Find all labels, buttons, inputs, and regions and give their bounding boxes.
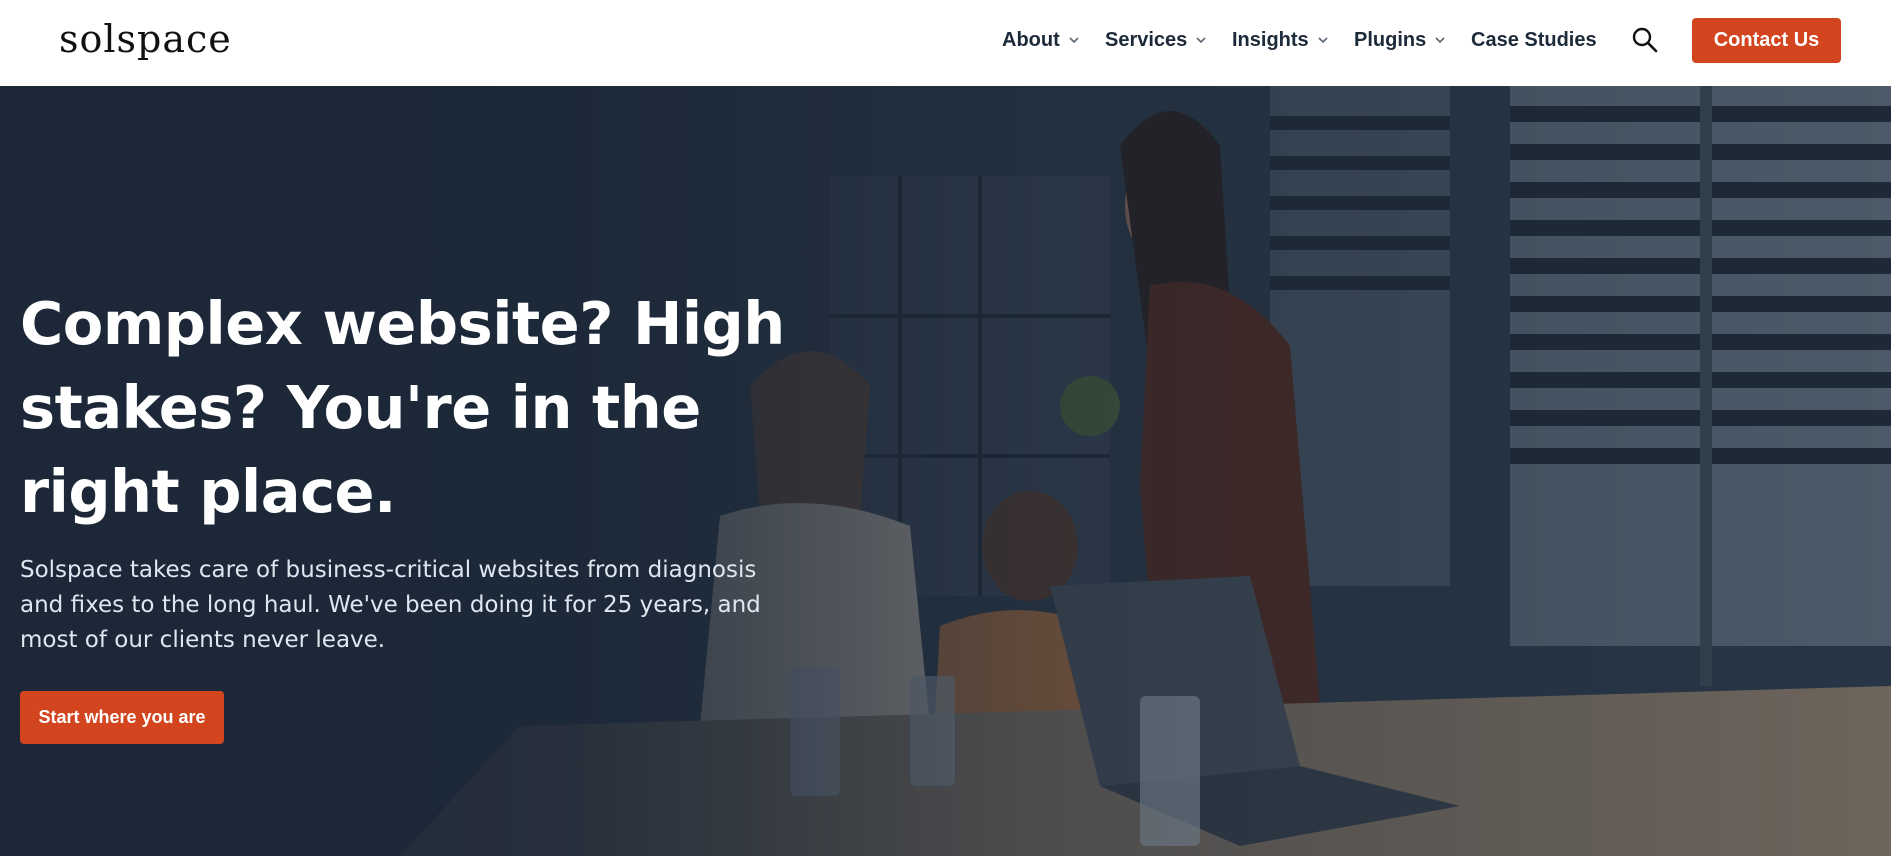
nav-item-plugins[interactable]: Plugins: [1354, 27, 1446, 53]
nav-item-services[interactable]: Services: [1105, 27, 1207, 53]
contact-us-button[interactable]: Contact Us: [1692, 18, 1841, 63]
nav-item-label: Services: [1105, 28, 1188, 51]
hero-description: Solspace takes care of business-critical…: [20, 557, 761, 653]
nav-item-label: About: [1002, 28, 1060, 51]
nav-item-label: Case Studies: [1471, 28, 1597, 51]
search-button[interactable]: [1630, 25, 1660, 55]
nav-item-case-studies[interactable]: Case Studies: [1471, 27, 1597, 53]
search-icon: [1632, 27, 1658, 53]
nav-item-label: Insights: [1232, 28, 1309, 51]
nav-item-label: Plugins: [1354, 28, 1427, 51]
nav-item-insights[interactable]: Insights: [1232, 27, 1329, 53]
chevron-down-icon: [1195, 34, 1207, 46]
nav-item-about[interactable]: About: [1002, 27, 1080, 53]
hero-section: Complex website? High stakes? You're in …: [0, 86, 1891, 856]
start-where-you-are-button[interactable]: Start where you are: [20, 691, 224, 744]
chevron-down-icon: [1434, 34, 1446, 46]
chevron-down-icon: [1068, 34, 1080, 46]
solspace-logo[interactable]: solspace: [59, 14, 232, 64]
site-header: solspace About Services Insights Plugins: [0, 0, 1891, 86]
chevron-down-icon: [1317, 34, 1329, 46]
hero-title: Complex website? High stakes? You're in …: [20, 289, 785, 526]
